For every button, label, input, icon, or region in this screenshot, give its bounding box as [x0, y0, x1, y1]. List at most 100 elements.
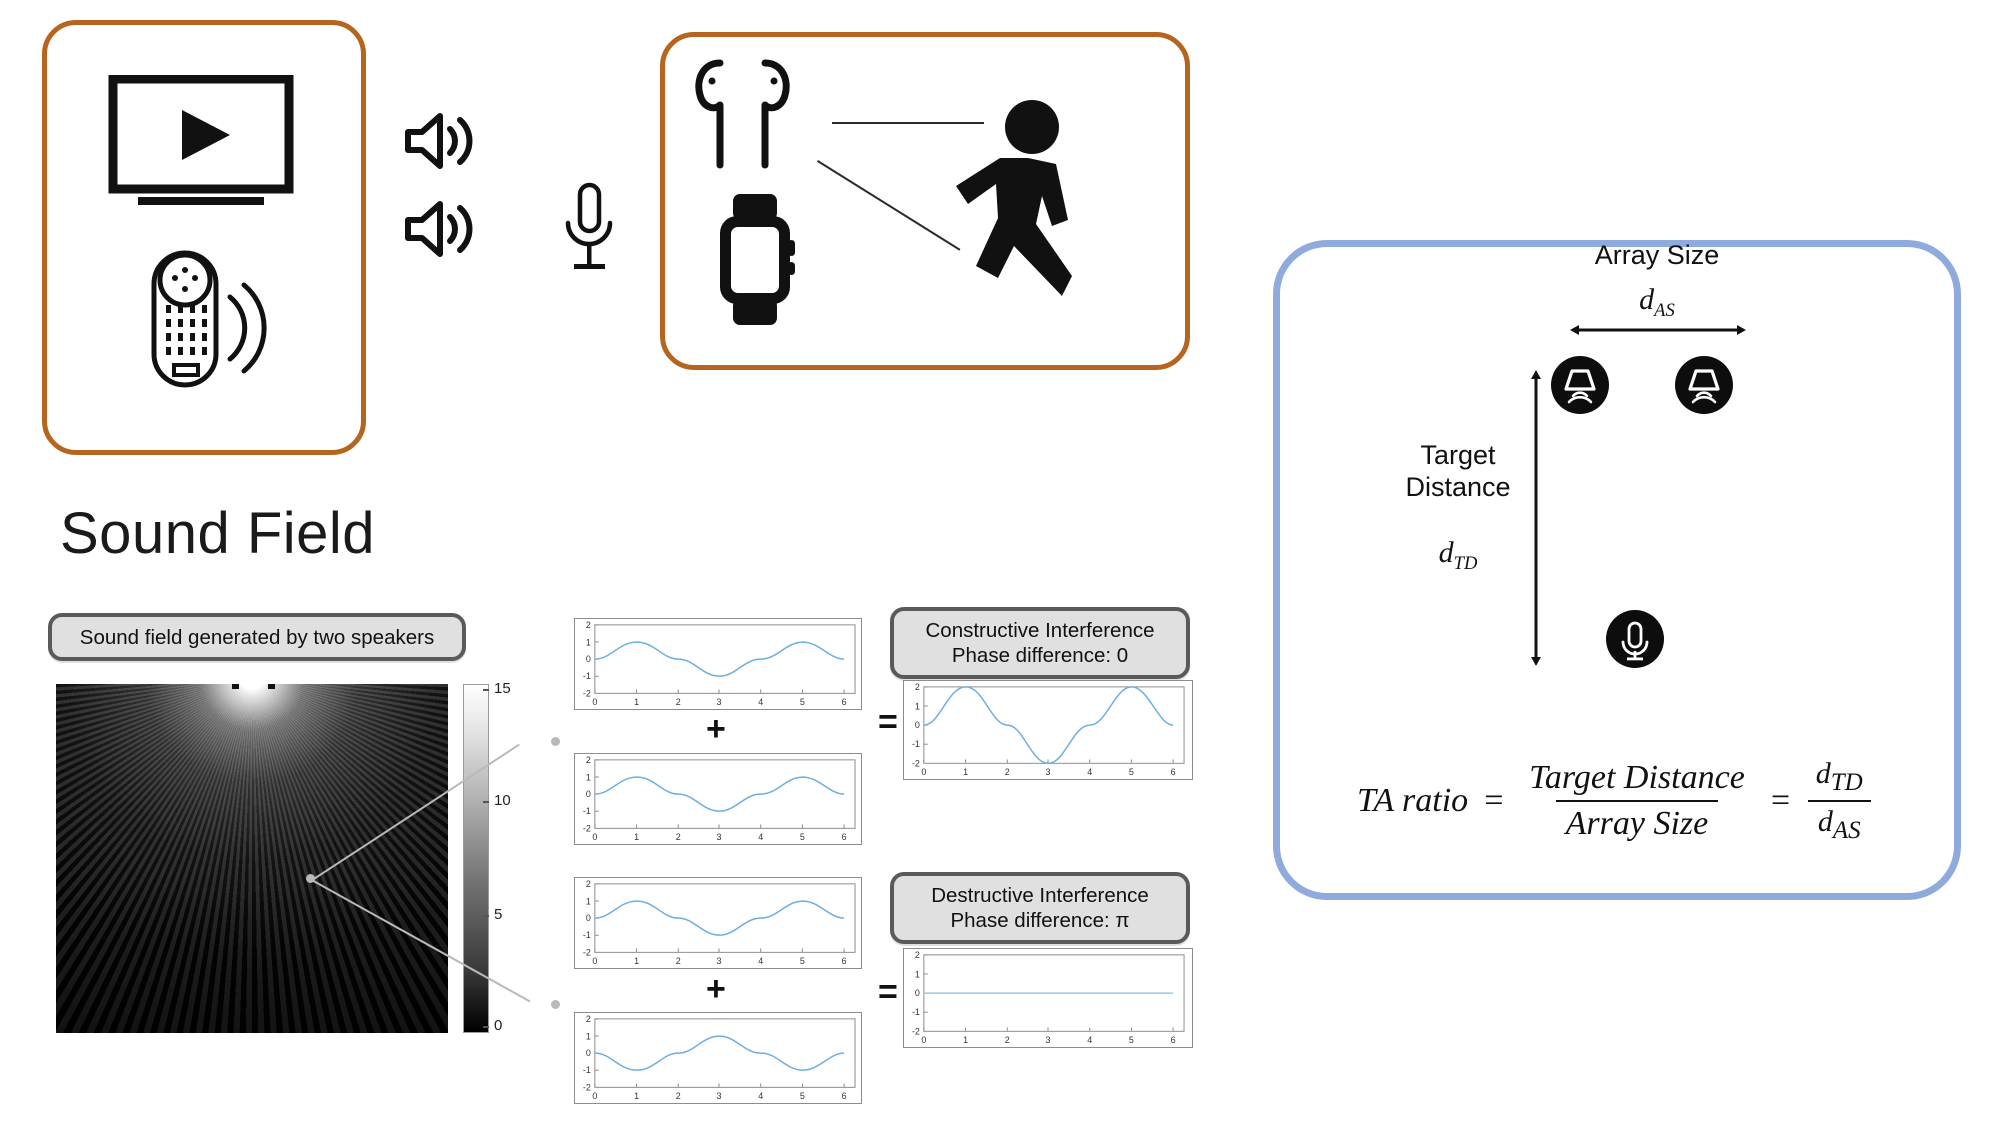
colorbar-tick-mark — [483, 915, 489, 917]
svg-text:4: 4 — [758, 1091, 763, 1101]
svg-text:2: 2 — [1005, 1035, 1010, 1045]
target-distance-symbol-base: d — [1438, 536, 1454, 569]
svg-text:1: 1 — [963, 767, 968, 777]
sound-field-heatmap — [56, 684, 448, 1033]
svg-text:1: 1 — [634, 697, 639, 707]
formula-denominator-words: Array Size — [1555, 800, 1719, 843]
svg-text:2: 2 — [676, 832, 681, 842]
formula-lhs: TA ratio — [1357, 782, 1469, 819]
svg-text:-2: -2 — [583, 947, 591, 957]
smartwatch-icon — [706, 192, 806, 327]
svg-text:5: 5 — [1129, 767, 1134, 777]
svg-text:2: 2 — [586, 1014, 591, 1024]
destructive-caption-line2: Phase difference: π — [950, 909, 1130, 932]
speaker-icon — [1551, 356, 1609, 414]
ta-ratio-formula: TA ratio = Target Distance Array Size = … — [1357, 757, 1873, 845]
svg-text:5: 5 — [800, 1091, 805, 1101]
wave-a-constructive-plot: 2 1 0 -1 -2 0 1 2 3 4 5 6 — [574, 618, 862, 710]
tv-play-icon — [108, 74, 294, 205]
svg-text:0: 0 — [915, 720, 920, 730]
svg-text:-2: -2 — [583, 823, 591, 833]
svg-text:-2: -2 — [583, 1082, 591, 1092]
speaker-icon — [1675, 356, 1733, 414]
sound-wave-icon — [402, 196, 480, 262]
array-size-label: Array Size — [1594, 240, 1720, 270]
svg-text:2: 2 — [676, 956, 681, 966]
smart-speaker-icon — [134, 247, 294, 392]
earbuds-icon — [690, 55, 810, 173]
svg-text:5: 5 — [1129, 1035, 1134, 1045]
svg-text:2: 2 — [676, 1091, 681, 1101]
sound-field-caption-text: Sound field generated by two speakers — [79, 625, 435, 649]
equals-operator-top: = — [878, 703, 898, 741]
wave-b-destructive-plot: 2 1 0 -1 -2 0 1 2 3 4 5 6 — [574, 1012, 862, 1104]
array-size-symbol: dAS — [1572, 282, 1742, 322]
svg-text:-1: -1 — [583, 1065, 591, 1075]
svg-text:2: 2 — [586, 879, 591, 889]
heatmap-speaker-marker — [232, 684, 239, 689]
svg-text:0: 0 — [592, 832, 597, 842]
svg-text:2: 2 — [586, 755, 591, 765]
svg-text:2: 2 — [915, 950, 920, 960]
svg-text:2: 2 — [676, 697, 681, 707]
colorbar-tick-0: 0 — [494, 1017, 503, 1034]
sound-field-caption: Sound field generated by two speakers — [48, 613, 466, 661]
svg-text:1: 1 — [586, 772, 591, 782]
svg-text:0: 0 — [921, 767, 926, 777]
svg-text:1: 1 — [586, 896, 591, 906]
svg-text:3: 3 — [1046, 1035, 1051, 1045]
plus-operator-top: + — [706, 710, 726, 748]
svg-text:0: 0 — [586, 789, 591, 799]
svg-text:6: 6 — [842, 832, 847, 842]
svg-text:1: 1 — [634, 1091, 639, 1101]
colorbar-tick-5: 5 — [494, 906, 503, 923]
wave-a-destructive-plot: 2 1 0 -1 -2 0 1 2 3 4 5 6 — [574, 877, 862, 969]
formula-denominator-symbol: dAS — [1807, 800, 1871, 845]
heatmap-speaker-marker — [268, 684, 275, 689]
svg-text:1: 1 — [915, 701, 920, 711]
array-size-dimension-arrow — [1570, 322, 1746, 338]
colorbar-tick-mark — [483, 689, 489, 691]
svg-text:-1: -1 — [912, 739, 920, 749]
svg-text:3: 3 — [717, 832, 722, 842]
svg-text:5: 5 — [800, 956, 805, 966]
svg-text:6: 6 — [842, 956, 847, 966]
svg-text:0: 0 — [915, 988, 920, 998]
target-distance-symbol-sub: TD — [1453, 553, 1478, 574]
svg-text:2: 2 — [1005, 767, 1010, 777]
colorbar-tick-10: 10 — [494, 792, 511, 809]
svg-text:1: 1 — [915, 969, 920, 979]
svg-text:3: 3 — [717, 1091, 722, 1101]
svg-text:6: 6 — [842, 1091, 847, 1101]
svg-text:5: 5 — [800, 832, 805, 842]
svg-text:2: 2 — [915, 682, 920, 692]
array-size-symbol-base: d — [1639, 283, 1655, 316]
num2-sub: TD — [1830, 769, 1863, 796]
svg-text:-1: -1 — [583, 806, 591, 816]
num2-base: d — [1815, 757, 1831, 790]
svg-text:0: 0 — [592, 697, 597, 707]
sound-wave-icon — [402, 108, 480, 174]
destructive-caption-line1: Destructive Interference — [931, 884, 1149, 907]
formula-numerator-words: Target Distance — [1529, 758, 1745, 796]
microphone-icon — [556, 180, 622, 276]
heatmap-colorbar — [463, 684, 489, 1033]
svg-text:-1: -1 — [912, 1007, 920, 1017]
destructive-interference-caption: Destructive Interference Phase differenc… — [890, 872, 1190, 944]
svg-text:0: 0 — [586, 913, 591, 923]
svg-text:0: 0 — [586, 654, 591, 664]
svg-text:6: 6 — [842, 697, 847, 707]
svg-text:0: 0 — [921, 1035, 926, 1045]
plus-operator-bottom: + — [706, 970, 726, 1008]
svg-text:3: 3 — [717, 956, 722, 966]
formula-fraction-words: Target Distance Array Size — [1519, 759, 1755, 843]
target-distance-dimension-arrow — [1528, 370, 1544, 666]
formula-equals-1: = — [1482, 782, 1506, 819]
leader-endpoint-dot — [551, 1000, 560, 1009]
den2-base: d — [1817, 805, 1833, 838]
svg-text:4: 4 — [758, 832, 763, 842]
sum-constructive-plot: 2 1 0 -1 -2 0 1 2 3 4 5 6 — [903, 680, 1193, 780]
den2-sub: AS — [1832, 817, 1861, 844]
colorbar-tick-mark — [483, 801, 489, 803]
svg-text:1: 1 — [963, 1035, 968, 1045]
